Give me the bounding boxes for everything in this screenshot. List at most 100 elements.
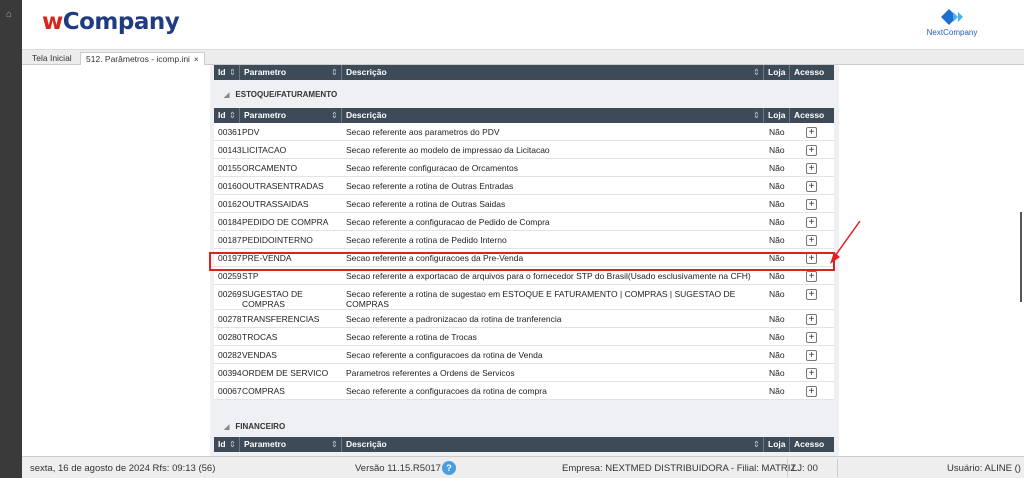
divider	[837, 459, 838, 477]
tab-home[interactable]: Tela Inicial	[27, 52, 77, 65]
table-row[interactable]: 00162 OUTRASSAIDAS Secao referente a rotin…	[214, 195, 834, 213]
col-parametro[interactable]: Parametro ⇕	[240, 65, 342, 80]
row-parametro: COMPRAS	[242, 386, 285, 396]
table-row[interactable]: 00361 PDV Secao referente aos parametros d…	[214, 123, 834, 141]
col-acesso[interactable]: Acesso	[790, 437, 834, 452]
table-row[interactable]: 00160 OUTRASENTRADAS Secao referente a rot…	[214, 177, 834, 195]
row-id: 00278	[218, 314, 242, 324]
table-row[interactable]: 00184 PEDIDO DE COMPRA Secao referente a c…	[214, 213, 834, 231]
left-panel	[22, 65, 210, 456]
expand-access-button[interactable]: +	[806, 181, 817, 192]
collapse-icon[interactable]: ◢	[224, 92, 229, 99]
row-loja: Não	[769, 181, 785, 191]
row-descricao: Secao referente a padronizacao da rotina…	[346, 314, 562, 324]
expand-access-button[interactable]: +	[806, 368, 817, 379]
row-loja: Não	[769, 199, 785, 209]
row-descricao: Secao referente a rotina de Outras Entra…	[346, 181, 514, 191]
row-loja: Não	[769, 163, 785, 173]
row-descricao: Secao referente a configuracoes da rotin…	[346, 350, 543, 360]
status-bar: sexta, 16 de agosto de 2024 Rfs: 09:13 (…	[22, 456, 1024, 478]
collapse-icon[interactable]: ◢	[224, 424, 229, 431]
row-loja: Não	[769, 145, 785, 155]
help-icon[interactable]: ?	[442, 461, 456, 475]
row-id: 00143	[218, 145, 242, 155]
table-header: Id ⇕ Parametro ⇕ Descrição ⇕ Loja Acesso	[214, 108, 834, 123]
table-row[interactable]: 00187 PEDIDOINTERNO Secao referente a roti…	[214, 231, 834, 249]
col-descricao[interactable]: Descrição ⇕	[342, 108, 764, 123]
row-parametro: ORCAMENTO	[242, 163, 298, 173]
row-id: 00280	[218, 332, 242, 342]
table-row[interactable]: 00067 COMPRAS Secao referente a configurac…	[214, 382, 834, 400]
expand-access-button[interactable]: +	[806, 217, 817, 228]
status-empresa: Empresa: NEXTMED DISTRIBUIDORA - Filial:…	[562, 463, 797, 474]
col-id[interactable]: Id ⇕	[214, 65, 240, 80]
col-acesso[interactable]: Acesso	[790, 108, 834, 123]
divider	[787, 459, 788, 477]
table-row[interactable]: 00269 SUGESTAO DE COMPRAS Secao referente …	[214, 285, 834, 310]
home-icon[interactable]: ⌂	[6, 9, 12, 20]
row-id: 00187	[218, 235, 242, 245]
expand-access-button[interactable]: +	[806, 350, 817, 361]
col-parametro[interactable]: Parametro ⇕	[240, 437, 342, 452]
expand-access-button[interactable]: +	[806, 314, 817, 325]
row-parametro: PEDIDOINTERNO	[242, 235, 313, 245]
row-id: 00162	[218, 199, 242, 209]
expand-access-button[interactable]: +	[806, 127, 817, 138]
status-version: Versão 11.15.R5017	[355, 463, 441, 474]
col-parametro[interactable]: Parametro ⇕	[240, 108, 342, 123]
company-logo: wCompany	[42, 9, 180, 35]
scrollbar[interactable]	[1020, 212, 1022, 302]
tab-parametros[interactable]: 512. Parâmetros - icomp.ini ×	[80, 52, 205, 65]
section-financeiro[interactable]: ◢ FINANCEIRO	[214, 417, 834, 437]
col-id[interactable]: Id ⇕	[214, 437, 240, 452]
highlight-box	[209, 252, 835, 271]
col-descricao[interactable]: Descrição ⇕	[342, 437, 764, 452]
row-parametro: TROCAS	[242, 332, 278, 342]
col-descricao[interactable]: Descrição ⇕	[342, 65, 764, 80]
table-row[interactable]: 00155 ORCAMENTO Secao referente configurac…	[214, 159, 834, 177]
row-parametro: PEDIDO DE COMPRA	[242, 217, 329, 227]
expand-access-button[interactable]: +	[806, 289, 817, 300]
app-header: wCompany NextCompany	[22, 0, 1024, 50]
row-loja: Não	[769, 217, 785, 227]
col-loja[interactable]: Loja	[764, 108, 790, 123]
table-row[interactable]: 00282 VENDAS Secao referente a configuraco…	[214, 346, 834, 364]
section-estoque[interactable]: ◢ ESTOQUE/FATURAMENTO	[214, 85, 834, 105]
expand-access-button[interactable]: +	[806, 386, 817, 397]
row-id: 00184	[218, 217, 242, 227]
expand-access-button[interactable]: +	[806, 145, 817, 156]
table-row[interactable]: 00278 TRANSFERENCIAS Secao referente a pad…	[214, 310, 834, 328]
nextcompany-logo: NextCompany	[922, 7, 982, 37]
row-loja: Não	[769, 332, 785, 342]
table-row[interactable]: 00280 TROCAS Secao referente a rotina de T…	[214, 328, 834, 346]
expand-access-button[interactable]: +	[806, 271, 817, 282]
row-descricao: Secao referente aos parametros do PDV	[346, 127, 500, 137]
expand-access-button[interactable]: +	[806, 235, 817, 246]
right-panel	[839, 65, 1024, 456]
row-loja: Não	[769, 350, 785, 360]
close-tab-icon[interactable]: ×	[194, 55, 199, 64]
row-parametro: OUTRASENTRADAS	[242, 181, 324, 191]
col-id[interactable]: Id ⇕	[214, 108, 240, 123]
row-parametro: SUGESTAO DE COMPRAS	[242, 289, 303, 309]
row-loja: Não	[769, 127, 785, 137]
row-parametro: OUTRASSAIDAS	[242, 199, 309, 209]
table-header: Id ⇕ Parametro ⇕ Descrição ⇕ Loja Acesso	[214, 65, 834, 80]
row-descricao: Secao referente configuracao de Orcament…	[346, 163, 518, 173]
row-descricao: Secao referente ao modelo de impressao d…	[346, 145, 550, 155]
row-parametro: ORDEM DE SERVICO	[242, 368, 329, 378]
table-row[interactable]: 00394 ORDEM DE SERVICO Parametros referent…	[214, 364, 834, 382]
table-row[interactable]: 00143 LICITACAO Secao referente ao modelo …	[214, 141, 834, 159]
col-acesso[interactable]: Acesso	[790, 65, 834, 80]
expand-access-button[interactable]: +	[806, 332, 817, 343]
status-date: sexta, 16 de agosto de 2024 Rfs: 09:13 (…	[30, 463, 216, 474]
col-loja[interactable]: Loja	[764, 65, 790, 80]
brand-name: NextCompany	[926, 28, 978, 37]
col-loja[interactable]: Loja	[764, 437, 790, 452]
expand-access-button[interactable]: +	[806, 199, 817, 210]
row-loja: Não	[769, 235, 785, 245]
expand-access-button[interactable]: +	[806, 163, 817, 174]
row-loja: Não	[769, 368, 785, 378]
row-loja: Não	[769, 386, 785, 396]
table-header: Id ⇕ Parametro ⇕ Descrição ⇕ Loja Acesso	[214, 437, 834, 452]
